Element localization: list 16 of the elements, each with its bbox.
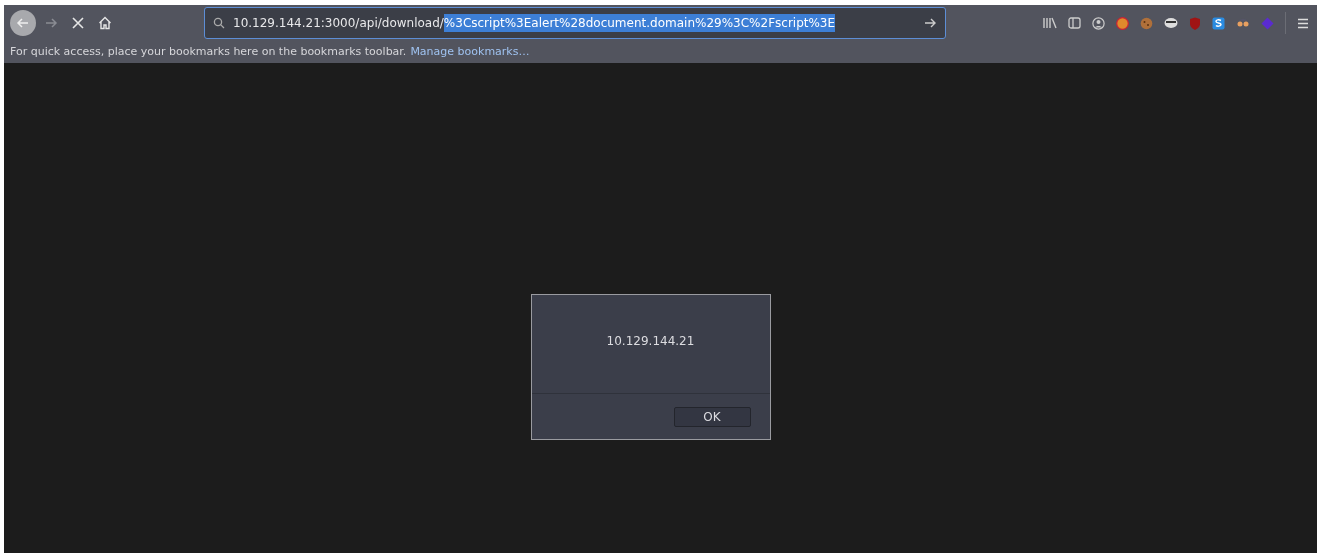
library-icon[interactable] (1043, 17, 1057, 29)
url-text: 10.129.144.21:3000/api/download/ (233, 15, 444, 32)
ok-button[interactable]: OK (673, 406, 751, 427)
home-icon[interactable] (98, 16, 112, 30)
back-button[interactable] (10, 10, 36, 36)
go-arrow-icon[interactable] (923, 16, 937, 30)
bookmarks-hint: For quick access, place your bookmarks here on the bookmarks toolbar. (10, 43, 407, 60)
glasses-icon[interactable] (1236, 17, 1250, 29)
search-icon (213, 17, 225, 29)
back-arrow-icon (16, 16, 30, 30)
account-icon[interactable] (1092, 16, 1105, 30)
menu-icon[interactable] (1297, 17, 1309, 29)
close-icon[interactable] (72, 17, 84, 29)
manage-bookmarks-link[interactable]: Manage bookmarks… (410, 43, 530, 61)
alert-message: 10.129.144.21 (606, 333, 695, 350)
sidebar-icon[interactable] (1068, 17, 1081, 29)
